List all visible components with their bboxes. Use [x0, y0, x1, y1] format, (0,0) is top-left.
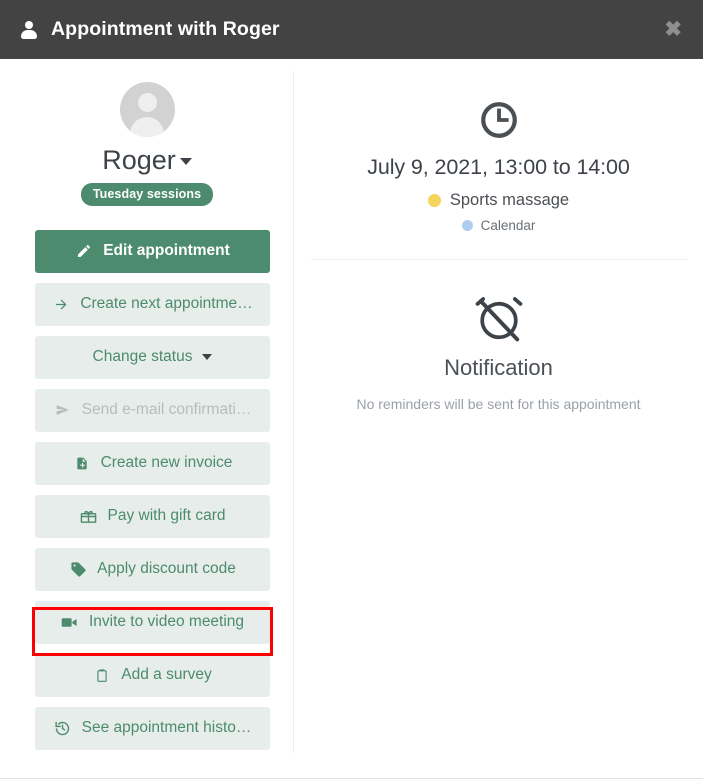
invite-to-video-meeting-label: Invite to video meeting [88, 613, 245, 631]
person-name-dropdown[interactable]: Roger [0, 145, 294, 177]
pay-with-gift-card-label: Pay with gift card [107, 507, 226, 525]
send-email-confirmation-button[interactable]: Send e-mail confirmati… [35, 388, 270, 432]
create-next-appointment-button[interactable]: Create next appointme… [35, 282, 270, 326]
appointment-service-label: Sports massage [449, 191, 570, 209]
apply-discount-code-button[interactable]: Apply discount code [35, 547, 270, 591]
see-appointment-history-label: See appointment histo… [81, 719, 252, 737]
history-icon [54, 719, 72, 737]
chevron-down-icon [202, 354, 213, 361]
appointment-section: July 9, 2021, 13:00 to 14:00 Sports mass… [294, 59, 703, 233]
right-pane: July 9, 2021, 13:00 to 14:00 Sports mass… [294, 59, 703, 779]
appointment-service-row: Sports massage [294, 191, 703, 210]
arrow-right-icon [52, 295, 70, 313]
action-button-list: Edit appointment Create next appointme… … [0, 229, 294, 750]
tag-icon [69, 560, 87, 578]
appointment-modal: Appointment with Roger ✖ Roger Tuesday s… [0, 0, 703, 779]
status-badge: Tuesday sessions [80, 182, 214, 206]
notification-section: Notification No reminders will be sent f… [294, 260, 703, 412]
invite-to-video-meeting-button[interactable]: Invite to video meeting [35, 600, 270, 644]
alarm-off-icon [471, 289, 527, 345]
see-appointment-history-button[interactable]: See appointment histo… [35, 706, 270, 750]
edit-appointment-button[interactable]: Edit appointment [35, 229, 270, 273]
modal-body: Roger Tuesday sessions Edit appointment … [0, 59, 703, 779]
appointment-calendar-row: Calendar [294, 218, 703, 233]
close-icon[interactable]: ✖ [664, 19, 682, 40]
calendar-color-dot [461, 220, 473, 231]
notification-message: No reminders will be sent for this appoi… [356, 396, 641, 412]
pencil-icon [75, 242, 93, 260]
invoice-icon [73, 454, 91, 472]
notification-title: Notification [444, 355, 553, 380]
clock-icon [478, 99, 520, 141]
service-color-dot [427, 194, 441, 207]
avatar [119, 82, 175, 137]
gift-card-icon [79, 507, 97, 525]
pay-with-gift-card-button[interactable]: Pay with gift card [35, 494, 270, 538]
person-icon [20, 20, 37, 39]
apply-discount-code-label: Apply discount code [97, 560, 236, 578]
create-next-appointment-label: Create next appointme… [80, 295, 253, 313]
appointment-calendar-label: Calendar [480, 218, 536, 233]
left-pane: Roger Tuesday sessions Edit appointment … [0, 59, 294, 779]
change-status-button[interactable]: Change status [35, 335, 270, 379]
person-name-label: Roger [102, 145, 176, 175]
clipboard-icon [93, 666, 111, 684]
change-status-label: Change status [92, 348, 193, 366]
create-new-invoice-button[interactable]: Create new invoice [35, 441, 270, 485]
add-a-survey-button[interactable]: Add a survey [35, 653, 270, 697]
add-a-survey-label: Add a survey [121, 666, 212, 684]
edit-appointment-label: Edit appointment [103, 242, 230, 260]
badge-container: Tuesday sessions [0, 182, 294, 206]
create-new-invoice-label: Create new invoice [100, 454, 233, 472]
avatar-container [0, 82, 294, 137]
send-email-confirmation-label: Send e-mail confirmati… [81, 401, 252, 419]
modal-titlebar: Appointment with Roger ✖ [0, 0, 703, 59]
modal-title: Appointment with Roger [51, 18, 280, 40]
send-icon [54, 401, 72, 419]
chevron-down-icon [179, 158, 192, 165]
appointment-datetime: July 9, 2021, 13:00 to 14:00 [367, 155, 630, 179]
video-camera-icon [61, 613, 79, 631]
